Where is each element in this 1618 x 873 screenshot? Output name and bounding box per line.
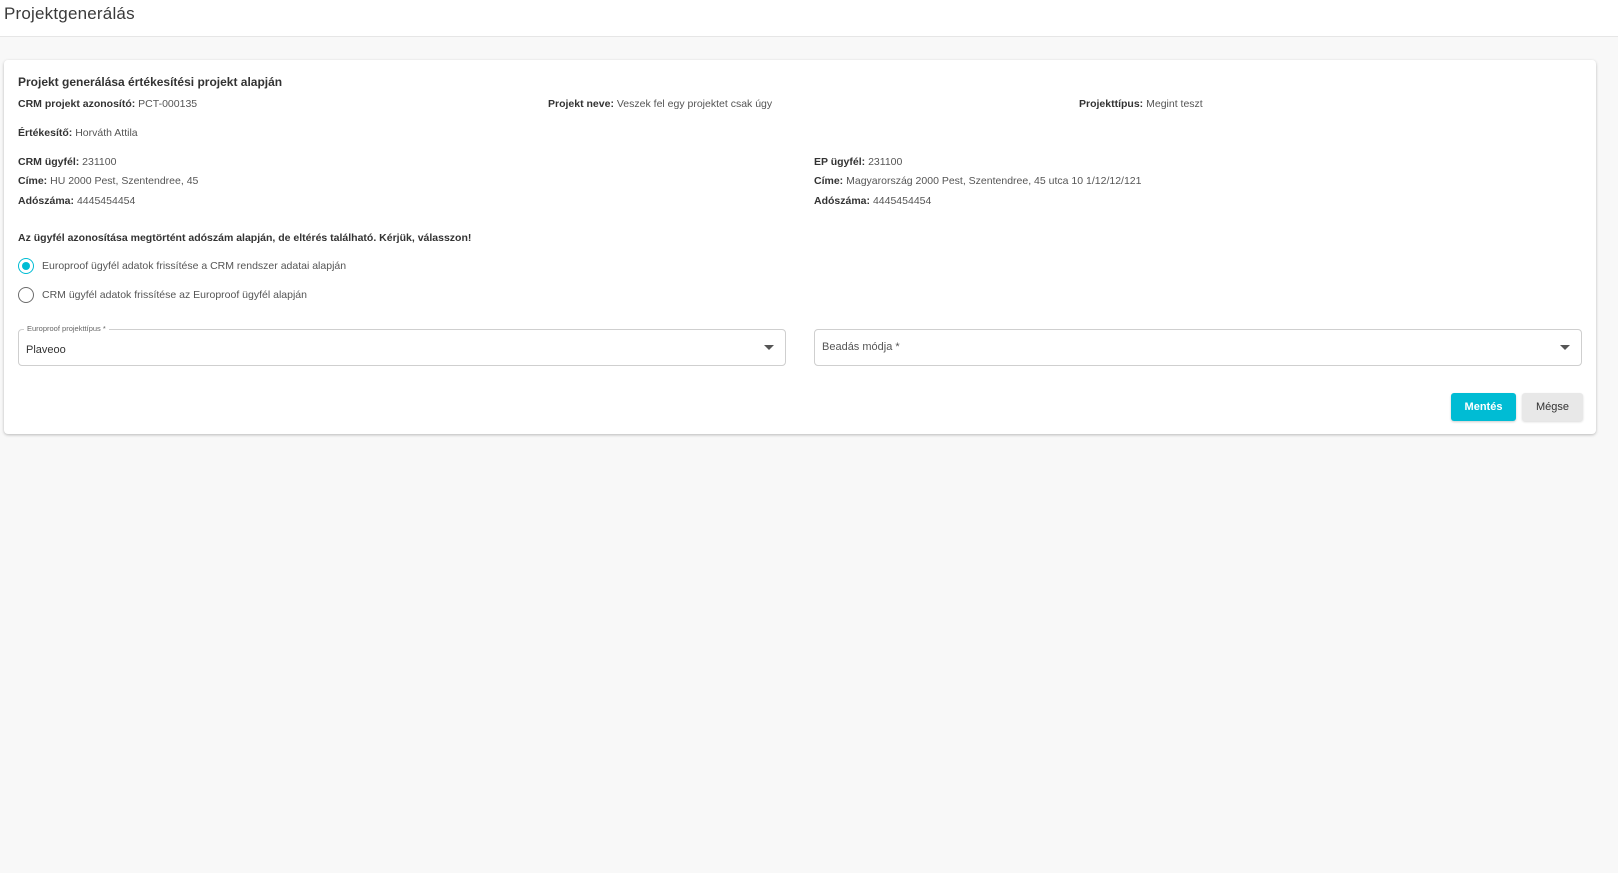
project-generation-card: Projekt generálása értékesítési projekt … [4,60,1596,434]
ep-customer-id-value: 231100 [868,156,903,168]
radio-button-unchecked[interactable] [18,287,34,303]
crm-project-id-value: PCT-000135 [138,98,198,110]
ep-customer-tax-label: Adószáma: [814,195,871,207]
salesperson-label: Értékesítő: [18,127,73,139]
radio-label-update-europroof: Europroof ügyfél adatok frissítése a CRM… [42,260,347,272]
crm-customer-address-label: Címe: [18,175,48,187]
save-button[interactable]: Mentés [1451,393,1516,421]
crm-customer-tax-field: Adószáma: 4445454454 [18,195,135,207]
ep-customer-address-value: Magyarország 2000 Pest, Szentendree, 45 … [846,175,1142,187]
submission-method-select[interactable]: Beadás módja * [814,329,1582,366]
crm-customer-id-field: CRM ügyfél: 231100 [18,156,116,168]
project-name-field: Projekt neve: Veszek fel egy projektet c… [548,98,772,110]
crm-customer-tax-value: 4445454454 [76,195,136,207]
top-bar: Projektgenerálás [0,0,1618,37]
crm-customer-id-label: CRM ügyfél: [18,156,80,168]
card-title: Projekt generálása értékesítési projekt … [18,75,283,89]
salesperson-field: Értékesítő: Horváth Attila [18,127,138,139]
crm-project-id-label: CRM projekt azonosító: [18,98,136,110]
ep-customer-id-label: EP ügyfél: [814,156,866,168]
page-title: Projektgenerálás [4,4,135,23]
dropdown-caret-icon [764,345,774,350]
ep-customer-address-field: Címe: Magyarország 2000 Pest, Szentendre… [814,175,1141,187]
project-type-field: Projekttípus: Megint teszt [1079,98,1203,110]
europroof-project-type-label: Europroof projekttípus * [24,324,109,333]
ep-customer-tax-value: 4445454454 [872,195,932,207]
ep-customer-id-field: EP ügyfél: 231100 [814,156,902,168]
project-type-label: Projekttípus: [1079,98,1144,110]
europroof-project-type-select[interactable]: Europroof projekttípus * Plaveoo [18,324,786,366]
crm-project-id-field: CRM projekt azonosító: PCT-000135 [18,98,197,110]
crm-customer-id-value: 231100 [82,156,117,168]
mismatch-notice: Az ügyfél azonosítása megtörtént adószám… [18,232,472,244]
submission-method-placeholder: Beadás módja * [822,341,900,353]
crm-customer-address-field: Címe: HU 2000 Pest, Szentendree, 45 [18,175,198,187]
europroof-project-type-value: Plaveoo [26,344,66,356]
ep-customer-tax-field: Adószáma: 4445454454 [814,195,931,207]
dropdown-caret-icon [1560,345,1570,350]
radio-button-checked[interactable] [18,258,34,274]
project-name-label: Projekt neve: [548,98,614,110]
ep-customer-address-label: Címe: [814,175,844,187]
salesperson-value: Horváth Attila [75,127,138,139]
radio-update-crm[interactable]: CRM ügyfél adatok frissítése az Europroo… [18,287,307,303]
crm-customer-address-value: HU 2000 Pest, Szentendree, 45 [50,175,199,187]
project-name-value: Veszek fel egy projektet csak úgy [616,98,773,110]
radio-update-europroof[interactable]: Europroof ügyfél adatok frissítése a CRM… [18,258,346,274]
radio-label-update-crm: CRM ügyfél adatok frissítése az Europroo… [42,289,307,301]
cancel-button[interactable]: Mégse [1522,393,1583,421]
crm-customer-tax-label: Adószáma: [18,195,75,207]
project-type-value: Megint teszt [1146,98,1203,110]
